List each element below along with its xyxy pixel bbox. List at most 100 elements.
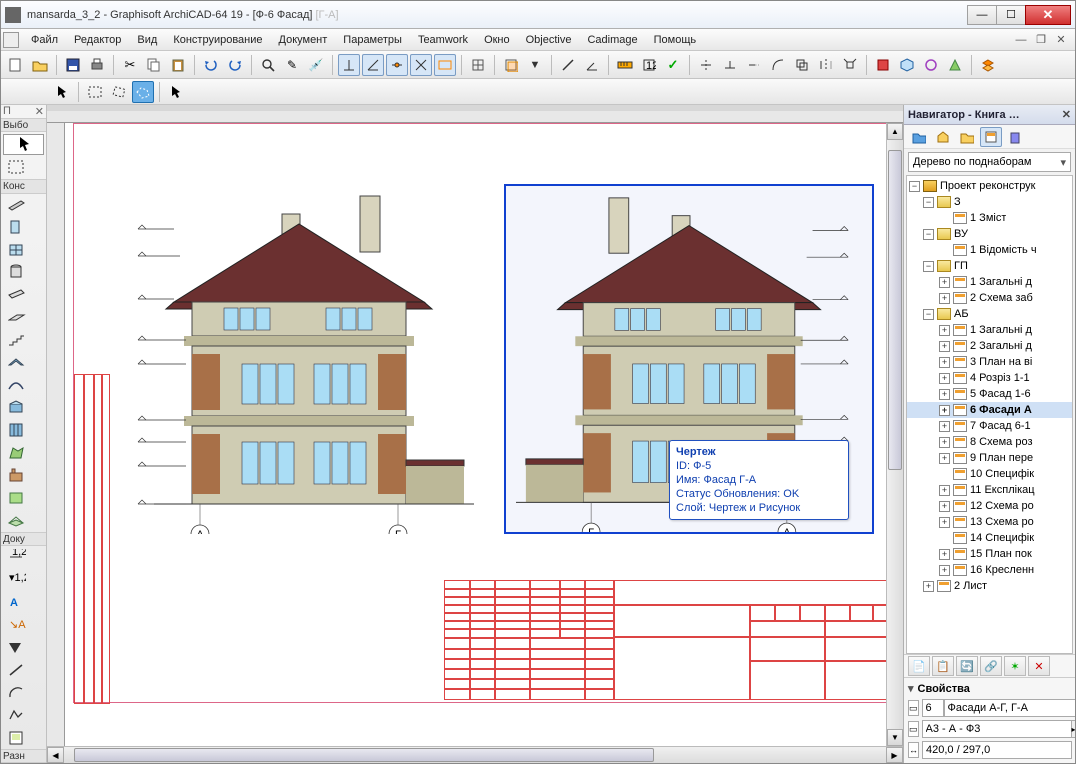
nav-new-layout-icon[interactable]: 📄 — [908, 656, 930, 676]
prop-name-input[interactable] — [944, 699, 1075, 717]
menu-window[interactable]: Окно — [476, 31, 518, 49]
undo-button[interactable] — [200, 54, 222, 76]
properties-header[interactable]: Свойства — [908, 680, 1071, 697]
snap-perp-button[interactable] — [338, 54, 360, 76]
text-tool[interactable]: A — [3, 592, 44, 613]
window-tool[interactable] — [3, 240, 44, 261]
nav-folder-icon[interactable] — [956, 127, 978, 147]
menu-help[interactable]: Помощь — [646, 31, 705, 49]
drawing-tool[interactable] — [3, 727, 44, 748]
wand-button[interactable]: ✎ — [281, 54, 303, 76]
nav-project-icon[interactable] — [908, 127, 930, 147]
angle-button[interactable] — [581, 54, 603, 76]
drawing-area[interactable]: А Г — [65, 123, 886, 746]
roof-tool[interactable] — [3, 352, 44, 373]
split-button[interactable] — [695, 54, 717, 76]
scroll-right-icon[interactable]: ▶ — [886, 747, 903, 763]
mdi-close-icon[interactable]: ✕ — [1053, 33, 1069, 47]
minimize-button[interactable]: — — [967, 5, 997, 25]
nav-link-icon[interactable]: 🔗 — [980, 656, 1002, 676]
slab-tool[interactable] — [3, 307, 44, 328]
label-tool[interactable]: ↘A1 — [3, 615, 44, 636]
menu-design[interactable]: Конструирование — [165, 31, 270, 49]
polyline-tool[interactable] — [3, 705, 44, 726]
nav-layout-icon[interactable] — [980, 127, 1002, 147]
menu-objective[interactable]: Objective — [518, 31, 580, 49]
rotated-rect-button[interactable] — [108, 81, 130, 103]
nav-publisher-icon[interactable] — [1004, 127, 1026, 147]
marquee-tool[interactable] — [3, 158, 44, 179]
trace-button[interactable] — [500, 54, 522, 76]
ruler-button[interactable]: 12 — [638, 54, 660, 76]
menu-teamwork[interactable]: Teamwork — [410, 31, 476, 49]
cut-button[interactable]: ✂ — [119, 54, 141, 76]
check-button[interactable]: ✓ — [662, 54, 684, 76]
zone-tool[interactable] — [3, 488, 44, 509]
dimension-tool[interactable]: 1,2 — [3, 547, 44, 568]
object-tool[interactable] — [3, 465, 44, 486]
morph-tool[interactable] — [3, 443, 44, 464]
print-button[interactable] — [86, 54, 108, 76]
scroll-down-icon[interactable]: ▼ — [887, 729, 903, 746]
skylight-tool[interactable] — [3, 397, 44, 418]
eyedrop-button[interactable]: 💉 — [305, 54, 327, 76]
gdl-button[interactable] — [872, 54, 894, 76]
level-tool[interactable]: ▾1,2 — [3, 569, 44, 590]
nav-new-master-icon[interactable]: 📋 — [932, 656, 954, 676]
menu-options[interactable]: Параметры — [335, 31, 410, 49]
vertical-scrollbar[interactable]: ▲ ▼ — [886, 123, 903, 746]
menu-cadimage[interactable]: Cadimage — [579, 31, 645, 49]
extend-button[interactable] — [743, 54, 765, 76]
maximize-button[interactable]: ☐ — [996, 5, 1026, 25]
menu-editor[interactable]: Редактор — [66, 31, 129, 49]
fillet-button[interactable] — [767, 54, 789, 76]
snap-angle-button[interactable] — [362, 54, 384, 76]
arrow-mode-button[interactable] — [51, 81, 73, 103]
prop-number-input[interactable] — [922, 699, 944, 717]
beam-tool[interactable] — [3, 285, 44, 306]
column-tool[interactable] — [3, 262, 44, 283]
snap-mid-button[interactable] — [386, 54, 408, 76]
line-button[interactable] — [557, 54, 579, 76]
scroll-left-icon[interactable]: ◀ — [47, 747, 64, 763]
nav-settings-icon[interactable]: ✶ — [1004, 656, 1026, 676]
snap-intersect-button[interactable] — [410, 54, 432, 76]
cursor-button[interactable] — [165, 81, 187, 103]
new-button[interactable] — [5, 54, 27, 76]
stair-tool[interactable] — [3, 330, 44, 351]
navigator-tree[interactable]: −Проект реконструк −З 1 Зміст −ВУ 1 Відо… — [906, 175, 1073, 654]
mdi-minimize-icon[interactable]: — — [1013, 33, 1029, 47]
close-toolbox-icon[interactable]: ✕ — [35, 105, 44, 118]
morph-button[interactable] — [944, 54, 966, 76]
close-button[interactable]: ✕ — [1025, 5, 1071, 25]
scroll-thumb-h[interactable] — [74, 748, 654, 762]
snap-guide-button[interactable] — [434, 54, 456, 76]
dashed-rect-button[interactable] — [84, 81, 106, 103]
detail-button[interactable] — [920, 54, 942, 76]
nav-update-icon[interactable]: 🔄 — [956, 656, 978, 676]
layers-button[interactable] — [977, 54, 999, 76]
scroll-up-icon[interactable]: ▲ — [887, 123, 903, 140]
filter-button[interactable]: ▼ — [524, 54, 546, 76]
paste-button[interactable] — [167, 54, 189, 76]
trim-button[interactable] — [719, 54, 741, 76]
save-button[interactable] — [62, 54, 84, 76]
prop-size-arrow[interactable]: ▸ — [1072, 720, 1075, 738]
prop-size-input[interactable] — [922, 720, 1072, 738]
navigator-combo[interactable]: Дерево по поднаборам — [908, 152, 1071, 172]
shell-tool[interactable] — [3, 375, 44, 396]
grid-button[interactable] — [467, 54, 489, 76]
prop-dim-input[interactable] — [922, 741, 1072, 759]
copy-button[interactable] — [143, 54, 165, 76]
horizontal-scrollbar[interactable]: ◀ ▶ — [47, 746, 903, 763]
offset-button[interactable] — [791, 54, 813, 76]
arrow-tool[interactable] — [3, 134, 44, 155]
menu-file[interactable]: Файл — [23, 31, 66, 49]
find-button[interactable] — [257, 54, 279, 76]
measure-button[interactable] — [614, 54, 636, 76]
nav-view-icon[interactable] — [932, 127, 954, 147]
circle-tool[interactable] — [3, 682, 44, 703]
mesh-tool[interactable] — [3, 510, 44, 531]
nav-delete-icon[interactable]: ✕ — [1028, 656, 1050, 676]
door-tool[interactable] — [3, 217, 44, 238]
